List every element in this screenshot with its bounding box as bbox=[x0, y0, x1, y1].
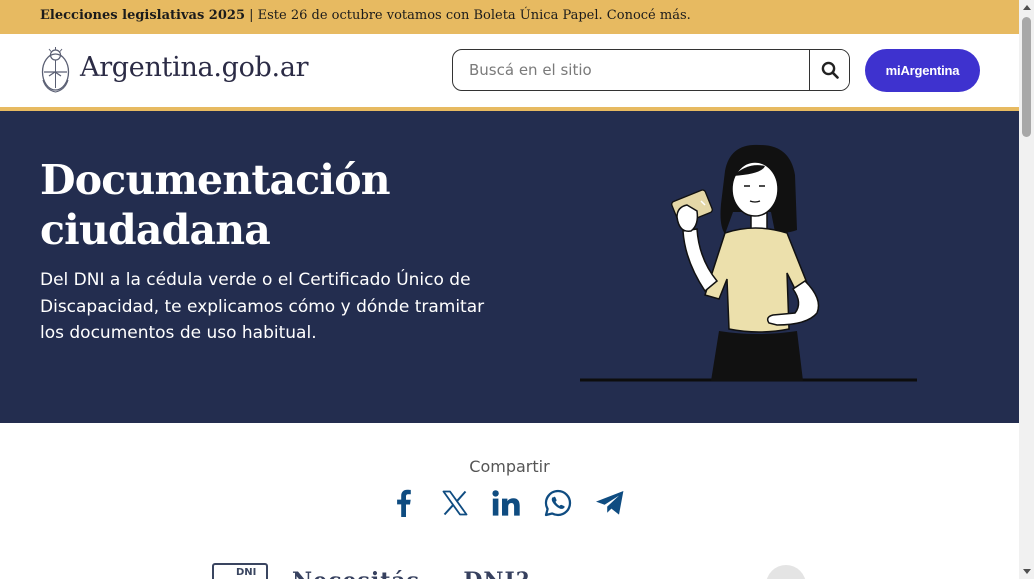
facebook-icon bbox=[397, 489, 411, 517]
search-input[interactable] bbox=[453, 50, 809, 90]
hero-description: Del DNI a la cédula verde o el Certifica… bbox=[40, 270, 485, 343]
miargentina-button[interactable]: miArgentina bbox=[865, 49, 980, 92]
hero-banner: Documentación ciudadana Del DNI a la cédu… bbox=[0, 111, 1019, 423]
page: Elecciones legislativas 2025 | Este 26 d… bbox=[0, 0, 1019, 579]
announcement-title[interactable]: Elecciones legislativas 2025 bbox=[40, 8, 245, 23]
dni-card-label: DNI bbox=[236, 567, 257, 578]
whatsapp-icon bbox=[544, 489, 572, 517]
linkedin-icon bbox=[492, 490, 520, 516]
announcement-bar[interactable]: Elecciones legislativas 2025 | Este 26 d… bbox=[0, 0, 1019, 34]
x-icon bbox=[442, 490, 468, 516]
title-line-2: ciudadana bbox=[40, 206, 271, 254]
whatsapp-share-button[interactable] bbox=[540, 485, 576, 521]
facebook-share-button[interactable] bbox=[385, 485, 421, 521]
share-label: Compartir bbox=[469, 457, 550, 476]
telegram-icon bbox=[596, 491, 624, 515]
search-button[interactable] bbox=[809, 50, 849, 90]
scroll-up-arrow-icon[interactable] bbox=[1019, 0, 1034, 15]
woman-holding-card-illustration bbox=[580, 144, 917, 382]
dni-card-icon: DNI bbox=[212, 563, 268, 579]
announcement-text[interactable]: | Este 26 de octubre votamos con Boleta … bbox=[245, 8, 691, 23]
scrollbar-thumb[interactable] bbox=[1022, 17, 1031, 137]
search-icon bbox=[821, 61, 839, 79]
x-share-button[interactable] bbox=[437, 485, 473, 521]
telegram-share-button[interactable] bbox=[592, 485, 628, 521]
site-header: Argentina.gob.ar miArgentina bbox=[0, 34, 1019, 111]
section-heading[interactable]: Necesitás ... DNI? bbox=[292, 568, 530, 579]
scroll-down-arrow-icon[interactable] bbox=[1019, 564, 1034, 579]
expand-button[interactable] bbox=[766, 565, 806, 579]
vertical-scrollbar[interactable] bbox=[1019, 0, 1034, 579]
linkedin-share-button[interactable] bbox=[488, 485, 524, 521]
title-line-1: Documentación bbox=[40, 156, 391, 204]
page-title: Documentación ciudadana bbox=[40, 155, 500, 255]
coat-of-arms-logo[interactable] bbox=[40, 46, 71, 96]
site-brand[interactable]: Argentina.gob.ar bbox=[80, 52, 309, 83]
search-box bbox=[452, 49, 850, 91]
